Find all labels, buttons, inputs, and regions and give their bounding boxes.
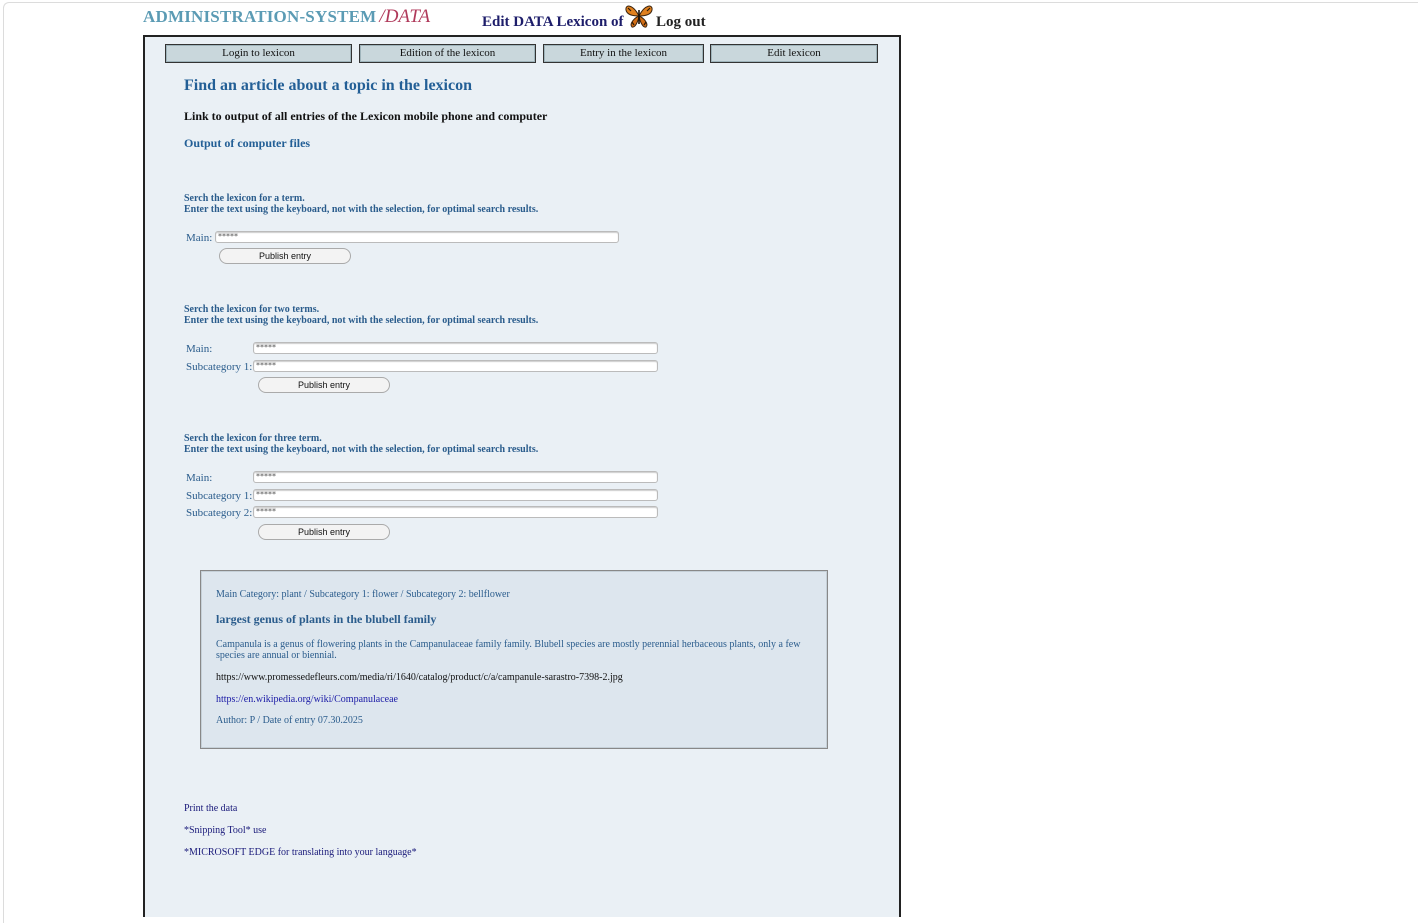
search3-publish-button[interactable]: Publish entry	[258, 524, 390, 540]
search2-heading: Serch the lexicon for two terms. Enter t…	[184, 304, 538, 326]
search1-main-label: Main:	[186, 232, 213, 244]
search-result-card: Main Category: plant / Subcategory 1: fl…	[200, 570, 828, 749]
print-data-link[interactable]: Print the data	[184, 803, 237, 814]
logout-link[interactable]: Log out	[656, 14, 706, 31]
brand-main-text: ADMINISTRATION-SYSTEM	[143, 7, 377, 26]
result-title: largest genus of plants in the blubell f…	[216, 612, 437, 626]
search2-heading-line1: Serch the lexicon for two terms.	[184, 304, 320, 315]
result-description: Campanula is a genus of flowering plants…	[216, 639, 801, 661]
output-computer-files-link[interactable]: Output of computer files	[184, 136, 310, 151]
search2-heading-line2: Enter the text using the keyboard, not w…	[184, 315, 539, 326]
search1-heading-line2: Enter the text using the keyboard, not w…	[184, 204, 539, 215]
main-panel: Login to lexicon Edition of the lexicon …	[143, 35, 901, 917]
search1-heading-line1: Serch the lexicon for a term.	[184, 193, 305, 204]
search1-publish-button[interactable]: Publish entry	[219, 248, 351, 264]
search2-main-input[interactable]: *****	[253, 342, 658, 354]
result-wikipedia-link[interactable]: https://en.wikipedia.org/wiki/Companulac…	[216, 694, 398, 705]
search2-sub1-input[interactable]: *****	[253, 360, 658, 372]
nav-entry-button[interactable]: Entry in the lexicon	[543, 44, 704, 63]
snipping-tool-link[interactable]: *Snipping Tool* use	[184, 825, 266, 836]
page-title: Find an article about a topic in the lex…	[184, 77, 472, 94]
search3-sub1-input[interactable]: *****	[253, 489, 658, 501]
result-image-url: https://www.promessedefleurs.com/media/r…	[216, 672, 623, 683]
search3-sub1-label: Subcategory 1:	[186, 490, 253, 502]
nav-edition-button[interactable]: Edition of the lexicon	[359, 44, 536, 63]
search1-main-input[interactable]: *****	[215, 231, 619, 243]
nav-edit-button[interactable]: Edit lexicon	[710, 44, 878, 63]
search1-heading: Serch the lexicon for a term. Enter the …	[184, 193, 538, 215]
result-author: Author: P / Date of entry 07.30.2025	[216, 715, 363, 726]
search3-main-label: Main:	[186, 472, 213, 484]
microsoft-edge-link[interactable]: *MICROSOFT EDGE for translating into you…	[184, 847, 417, 858]
search2-sub1-label: Subcategory 1:	[186, 361, 253, 373]
search3-heading: Serch the lexicon for three term. Enter …	[184, 433, 538, 455]
brand-logo: ADMINISTRATION-SYSTEM/DATA	[143, 6, 430, 28]
search3-heading-line2: Enter the text using the keyboard, not w…	[184, 444, 539, 455]
search3-main-input[interactable]: *****	[253, 471, 658, 483]
search3-heading-line1: Serch the lexicon for three term.	[184, 433, 322, 444]
edit-lexicon-heading: Edit DATA Lexicon of	[482, 14, 624, 30]
output-entries-heading: Link to output of all entries of the Lex…	[184, 109, 548, 123]
search3-sub2-label: Subcategory 2:	[186, 507, 253, 519]
result-category: Main Category: plant / Subcategory 1: fl…	[216, 589, 510, 600]
brand-sub-text: /DATA	[379, 6, 431, 27]
search3-sub2-input[interactable]: *****	[253, 506, 658, 518]
search2-publish-button[interactable]: Publish entry	[258, 377, 390, 393]
nav-login-button[interactable]: Login to lexicon	[165, 44, 352, 63]
butterfly-icon	[625, 5, 653, 28]
search2-main-label: Main:	[186, 343, 213, 355]
